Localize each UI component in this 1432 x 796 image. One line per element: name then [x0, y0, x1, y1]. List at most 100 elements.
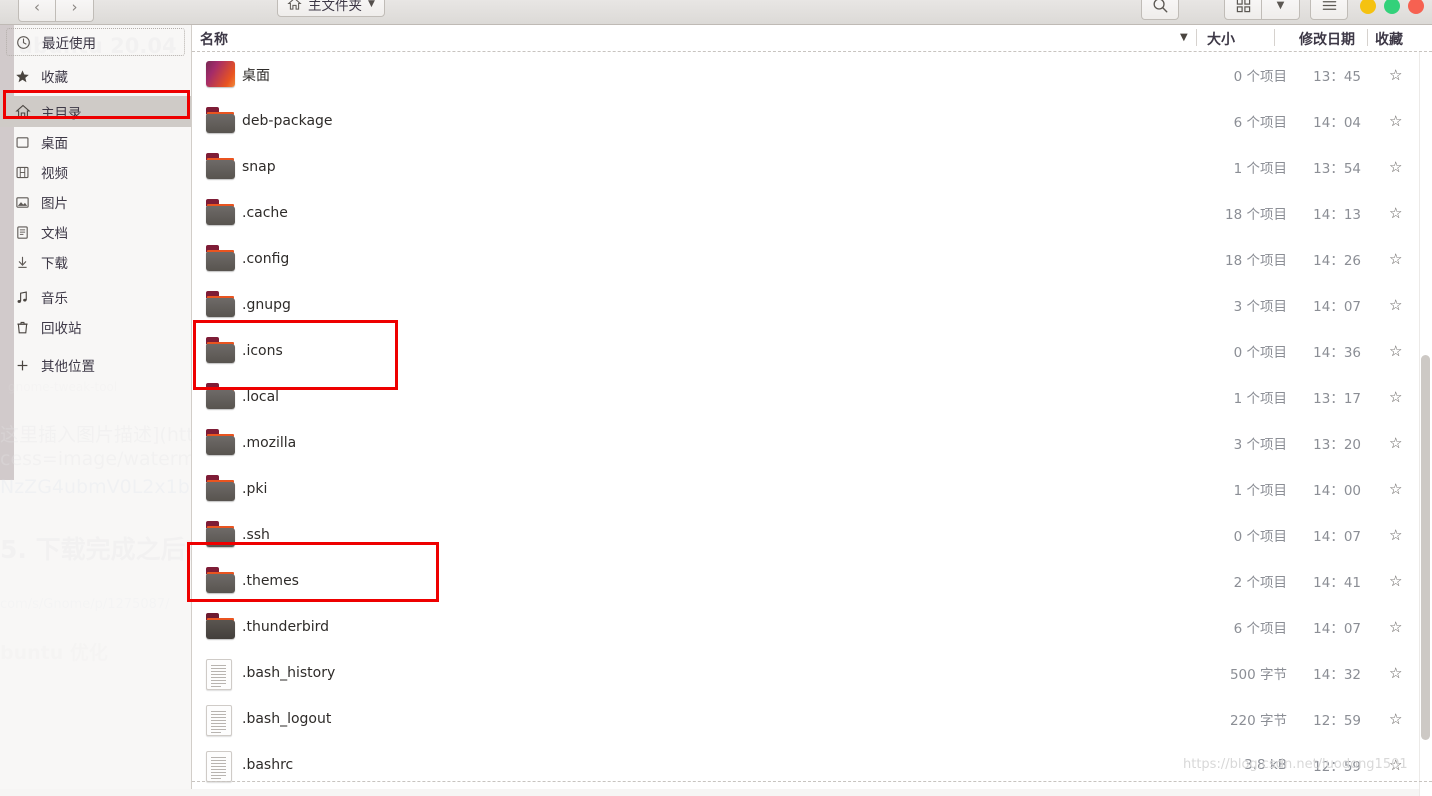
file-size: 0 个项目	[1233, 529, 1287, 545]
desktop-icon	[14, 134, 31, 151]
sidebar-item-recent[interactable]: 最近使用	[6, 28, 185, 56]
file-size: 18 个项目	[1225, 253, 1287, 269]
folder-icon	[206, 107, 236, 133]
file-icon	[206, 705, 236, 736]
folder-icon	[206, 153, 236, 179]
column-header-starred[interactable]: 收藏	[1375, 29, 1403, 49]
text-file-icon	[206, 751, 232, 782]
folder-icon	[206, 199, 236, 225]
file-name: .config	[242, 251, 290, 267]
sidebar-item-videos[interactable]: 视频	[0, 157, 191, 187]
header-bar: ‹ › 主文件夹 ▼ ▼	[0, 0, 1432, 25]
sidebar-item-label: 文档	[41, 226, 68, 242]
table-row[interactable]: .themes 2 个项目 14：41 ☆	[192, 558, 1432, 604]
file-modified: 13：17	[1313, 391, 1361, 407]
forward-button[interactable]: ›	[56, 0, 94, 22]
sidebar-item-downloads[interactable]: 下载	[0, 247, 191, 277]
sidebar-item-starred[interactable]: 收藏	[0, 61, 191, 91]
text-file-icon	[206, 659, 232, 690]
sidebar-item-music[interactable]: 音乐	[0, 282, 191, 312]
grid-view-button[interactable]	[1224, 0, 1262, 20]
star-toggle-icon[interactable]: ☆	[1389, 66, 1402, 84]
chevron-right-icon: ›	[71, 0, 78, 16]
sidebar-item-home[interactable]: 主目录	[0, 96, 191, 127]
minimize-button[interactable]	[1360, 0, 1376, 14]
file-icon	[206, 751, 236, 782]
file-modified: 13：45	[1313, 69, 1361, 85]
vertical-scrollbar[interactable]	[1419, 52, 1432, 796]
folder-icon	[206, 291, 236, 317]
star-toggle-icon[interactable]: ☆	[1389, 204, 1402, 222]
file-name: .bash_history	[242, 665, 336, 681]
text-file-icon	[206, 705, 232, 736]
sidebar-item-other-locations[interactable]: 其他位置	[0, 350, 191, 380]
star-toggle-icon[interactable]: ☆	[1389, 434, 1402, 452]
desktop-folder-icon	[206, 61, 235, 87]
star-toggle-icon[interactable]: ☆	[1389, 480, 1402, 498]
folder-icon	[206, 383, 236, 409]
star-toggle-icon[interactable]: ☆	[1389, 158, 1402, 176]
sidebar-item-desktop[interactable]: 桌面	[0, 127, 191, 157]
folder-icon	[206, 245, 236, 271]
file-icon	[206, 567, 236, 595]
table-row[interactable]: .config 18 个项目 14：26 ☆	[192, 236, 1432, 282]
sidebar-item-trash[interactable]: 回收站	[0, 312, 191, 342]
star-toggle-icon[interactable]: ☆	[1389, 112, 1402, 130]
table-row[interactable]: .ssh 0 个项目 14：07 ☆	[192, 512, 1432, 558]
file-icon	[206, 153, 236, 181]
table-row[interactable]: .bash_history 500 字节 14：32 ☆	[192, 650, 1432, 696]
table-row[interactable]: .local 1 个项目 13：17 ☆	[192, 374, 1432, 420]
table-row[interactable]: .cache 18 个项目 14：13 ☆	[192, 190, 1432, 236]
sidebar-item-label: 下载	[41, 256, 68, 272]
star-toggle-icon[interactable]: ☆	[1389, 526, 1402, 544]
chevron-down-icon: ▼	[1276, 0, 1285, 11]
star-toggle-icon[interactable]: ☆	[1389, 572, 1402, 590]
file-name: .cache	[242, 205, 288, 221]
path-bar-button[interactable]: 主文件夹 ▼	[277, 0, 385, 17]
table-row[interactable]: .gnupg 3 个项目 14：07 ☆	[192, 282, 1432, 328]
star-toggle-icon[interactable]: ☆	[1389, 296, 1402, 314]
table-row[interactable]: 桌面 0 个项目 13：45 ☆	[192, 52, 1432, 98]
column-header-modified[interactable]: 修改日期	[1299, 29, 1355, 49]
star-toggle-icon[interactable]: ☆	[1389, 664, 1402, 682]
column-header-size[interactable]: 大小	[1207, 29, 1235, 49]
file-name: .mozilla	[242, 435, 297, 451]
file-modified: 14：07	[1313, 529, 1361, 545]
view-options-button[interactable]: ▼	[1262, 0, 1300, 20]
file-name: .themes	[242, 573, 299, 589]
view-mode-group: ▼	[1224, 0, 1300, 20]
table-row[interactable]: deb-package 6 个项目 14：04 ☆	[192, 98, 1432, 144]
file-icon	[206, 337, 236, 365]
file-name: .pki	[242, 481, 268, 497]
close-button[interactable]	[1408, 0, 1424, 14]
back-button[interactable]: ‹	[18, 0, 56, 22]
search-button[interactable]	[1141, 0, 1179, 20]
file-name: snap	[242, 159, 276, 175]
table-row[interactable]: snap 1 个项目 13：54 ☆	[192, 144, 1432, 190]
star-icon	[14, 68, 31, 85]
maximize-button[interactable]	[1384, 0, 1400, 14]
star-toggle-icon[interactable]: ☆	[1389, 250, 1402, 268]
scrollbar-thumb[interactable]	[1421, 355, 1430, 740]
download-icon	[14, 254, 31, 271]
sort-chevron-down-icon[interactable]: ▼	[1180, 32, 1188, 43]
sidebar-item-documents[interactable]: 文档	[0, 217, 191, 247]
table-row[interactable]: .mozilla 3 个项目 13：20 ☆	[192, 420, 1432, 466]
file-modified: 14：13	[1313, 207, 1361, 223]
file-size: 18 个项目	[1225, 207, 1287, 223]
table-row[interactable]: .bash_logout 220 字节 12：59 ☆	[192, 696, 1432, 742]
star-toggle-icon[interactable]: ☆	[1389, 342, 1402, 360]
star-toggle-icon[interactable]: ☆	[1389, 710, 1402, 728]
star-toggle-icon[interactable]: ☆	[1389, 388, 1402, 406]
folder-icon	[206, 521, 236, 547]
table-row[interactable]: .icons 0 个项目 14：36 ☆	[192, 328, 1432, 374]
main-menu-button[interactable]	[1310, 0, 1348, 20]
table-row[interactable]: .pki 1 个项目 14：00 ☆	[192, 466, 1432, 512]
sidebar-item-label: 最近使用	[42, 36, 96, 52]
sidebar-item-label: 主目录	[41, 105, 82, 122]
sidebar-item-pictures[interactable]: 图片	[0, 187, 191, 217]
table-row[interactable]: .thunderbird 6 个项目 14：07 ☆	[192, 604, 1432, 650]
column-header-name[interactable]: 名称	[200, 29, 228, 49]
column-divider	[1367, 29, 1368, 46]
star-toggle-icon[interactable]: ☆	[1389, 618, 1402, 636]
